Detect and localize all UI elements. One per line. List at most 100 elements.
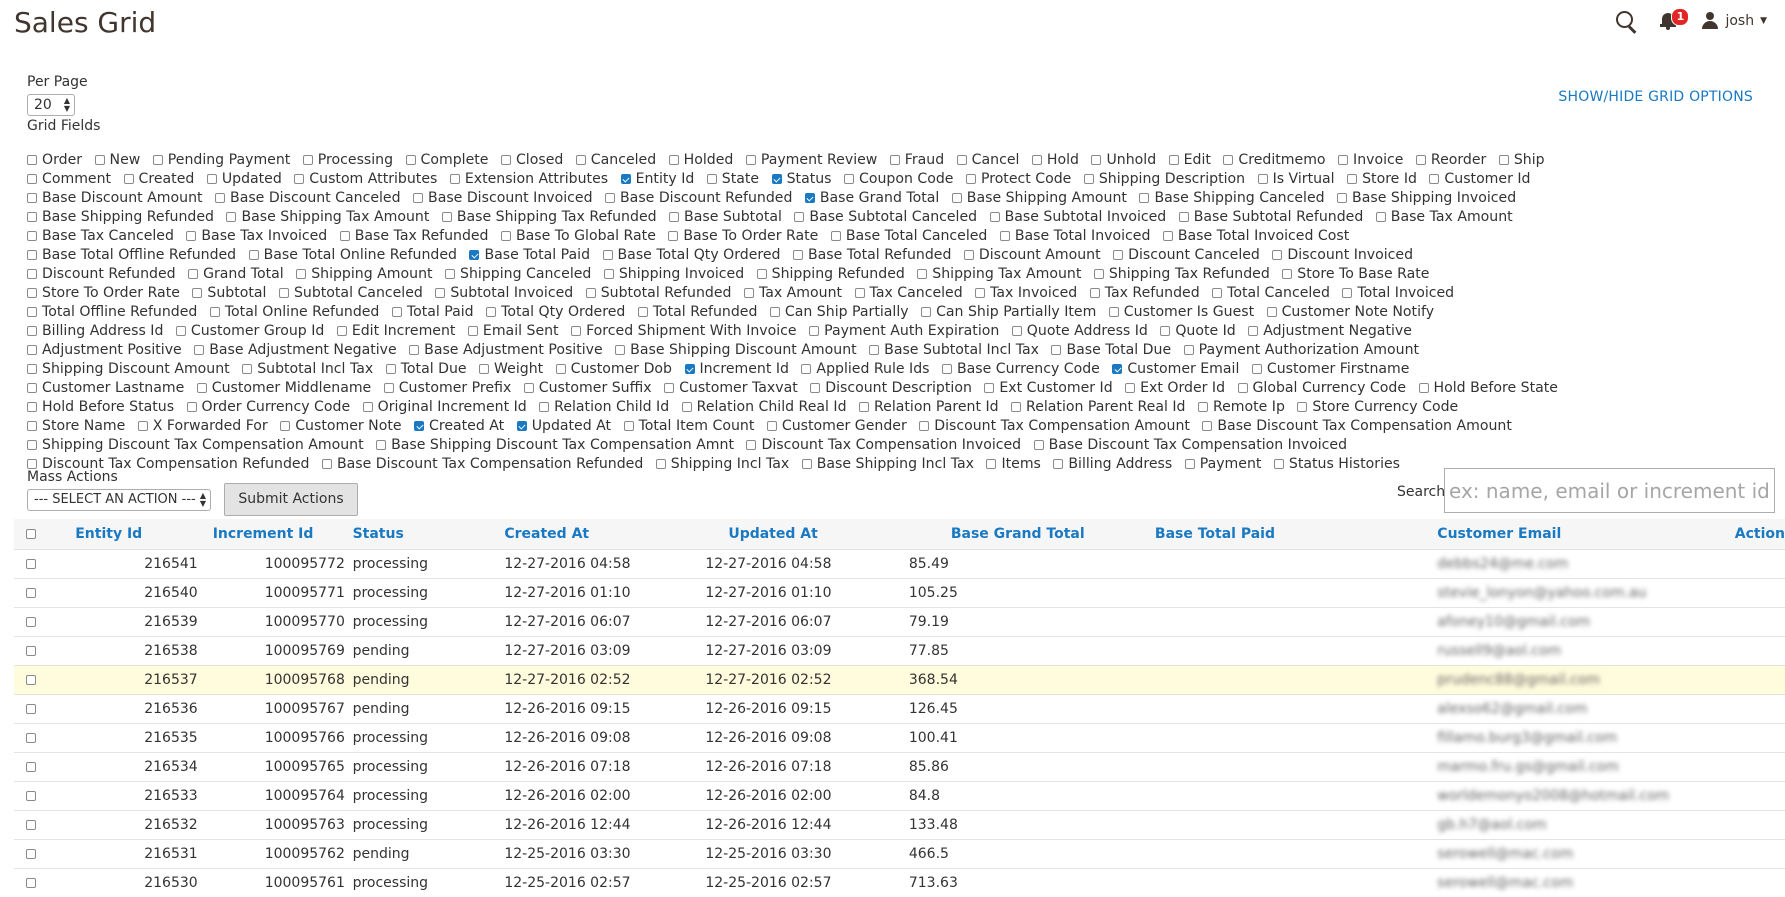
grid-field-option[interactable]: Base Discount Invoiced [413, 189, 593, 208]
grid-field-option[interactable]: Complete [406, 151, 489, 170]
grid-field-option[interactable]: Is Virtual [1258, 170, 1335, 189]
grid-field-option[interactable]: Payment Review [746, 151, 877, 170]
grid-field-checkbox[interactable] [1342, 288, 1352, 298]
grid-field-option[interactable]: Base Subtotal Incl Tax [869, 341, 1039, 360]
grid-field-checkbox[interactable] [279, 288, 289, 298]
grid-field-option[interactable]: Order Currency Code [187, 398, 351, 417]
grid-field-checkbox[interactable] [1011, 402, 1021, 412]
grid-field-checkbox[interactable] [27, 269, 37, 279]
grid-field-option[interactable]: Store To Base Rate [1282, 265, 1429, 284]
grid-field-option[interactable]: Base Subtotal Invoiced [990, 208, 1167, 227]
grid-field-option[interactable]: Ship [1499, 151, 1545, 170]
search-input[interactable] [1444, 468, 1775, 513]
grid-field-option[interactable]: Processing [303, 151, 393, 170]
grid-field-option[interactable]: Base Discount Tax Compensation Invoiced [1034, 436, 1347, 455]
grid-field-option[interactable]: Shipping Invoiced [604, 265, 744, 284]
grid-field-option[interactable]: Created At [414, 417, 504, 436]
grid-field-checkbox[interactable] [188, 269, 198, 279]
grid-field-checkbox[interactable] [603, 250, 613, 260]
grid-field-option[interactable]: Base Shipping Amount [952, 189, 1127, 208]
grid-field-checkbox[interactable] [615, 345, 625, 355]
grid-field-option[interactable]: Relation Parent Id [859, 398, 999, 417]
grid-field-option[interactable]: Status Histories [1274, 455, 1400, 474]
grid-field-checkbox[interactable] [668, 231, 678, 241]
grid-field-checkbox[interactable] [586, 288, 596, 298]
grid-field-option[interactable]: Base Discount Tax Compensation Refunded [322, 455, 643, 474]
grid-field-checkbox[interactable] [966, 174, 976, 184]
grid-field-option[interactable]: Adjustment Positive [27, 341, 182, 360]
row-checkbox[interactable] [26, 646, 36, 656]
grid-field-option[interactable]: Edit [1169, 151, 1211, 170]
grid-field-checkbox[interactable] [986, 459, 996, 469]
grid-field-checkbox[interactable] [1184, 345, 1194, 355]
row-checkbox[interactable] [26, 675, 36, 685]
grid-field-option[interactable]: Base Shipping Incl Tax [802, 455, 974, 474]
grid-field-checkbox[interactable] [1238, 383, 1248, 393]
grid-field-option[interactable]: Shipping Tax Refunded [1094, 265, 1270, 284]
table-row[interactable]: 216539100095770processing12-27-2016 06:0… [14, 608, 1785, 637]
grid-field-checkbox[interactable] [1169, 155, 1179, 165]
grid-field-checkbox[interactable] [1347, 174, 1357, 184]
table-row[interactable]: 216538100095769pending12-27-2016 03:0912… [14, 637, 1785, 666]
grid-field-option[interactable]: Increment Id [685, 360, 789, 379]
grid-field-checkbox[interactable] [340, 231, 350, 241]
grid-field-option[interactable]: Quote Address Id [1012, 322, 1148, 341]
row-checkbox[interactable] [26, 704, 36, 714]
grid-field-checkbox[interactable] [1012, 326, 1022, 336]
grid-field-checkbox[interactable] [414, 421, 424, 431]
grid-field-checkbox[interactable] [621, 174, 631, 184]
grid-field-option[interactable]: Customer Lastname [27, 379, 184, 398]
grid-field-option[interactable]: Customer Email [1112, 360, 1239, 379]
grid-field-option[interactable]: Tax Invoiced [975, 284, 1077, 303]
grid-field-checkbox[interactable] [1223, 155, 1233, 165]
mass-actions-select[interactable]: --- SELECT AN ACTION --- ▲▼ [27, 489, 211, 511]
grid-field-option[interactable]: Shipping Incl Tax [656, 455, 789, 474]
grid-field-option[interactable]: Base Discount Tax Compensation Amount [1202, 417, 1511, 436]
grid-field-option[interactable]: Base Grand Total [805, 189, 939, 208]
grid-field-checkbox[interactable] [707, 174, 717, 184]
grid-field-option[interactable]: Comment [27, 170, 111, 189]
grid-field-checkbox[interactable] [1125, 383, 1135, 393]
grid-field-option[interactable]: Invoice [1338, 151, 1403, 170]
grid-field-checkbox[interactable] [855, 288, 865, 298]
grid-field-option[interactable]: Tax Amount [744, 284, 842, 303]
grid-field-option[interactable]: Base Total Offline Refunded [27, 246, 236, 265]
grid-field-checkbox[interactable] [27, 174, 37, 184]
grid-field-option[interactable]: Base Adjustment Positive [409, 341, 603, 360]
column-header-customer-email[interactable]: Customer Email [1437, 519, 1734, 550]
column-header-increment-id[interactable]: Increment Id [198, 519, 348, 550]
grid-field-checkbox[interactable] [957, 155, 967, 165]
grid-field-checkbox[interactable] [1337, 193, 1347, 203]
grid-field-option[interactable]: Base Tax Amount [1376, 208, 1513, 227]
grid-field-checkbox[interactable] [1202, 421, 1212, 431]
grid-field-checkbox[interactable] [501, 155, 511, 165]
per-page-select[interactable]: 20 ▲▼ [27, 94, 75, 116]
grid-field-option[interactable]: Quote Id [1160, 322, 1235, 341]
grid-field-checkbox[interactable] [685, 364, 695, 374]
grid-field-checkbox[interactable] [746, 155, 756, 165]
table-row[interactable]: 216540100095771processing12-27-2016 01:1… [14, 579, 1785, 608]
grid-field-option[interactable]: Protect Code [966, 170, 1071, 189]
row-checkbox[interactable] [26, 849, 36, 859]
grid-field-checkbox[interactable] [479, 364, 489, 374]
grid-field-option[interactable]: Status [772, 170, 832, 189]
grid-field-checkbox[interactable] [1274, 459, 1284, 469]
grid-field-option[interactable]: Total Invoiced [1342, 284, 1454, 303]
grid-field-checkbox[interactable] [757, 269, 767, 279]
grid-field-option[interactable]: Base To Order Rate [668, 227, 818, 246]
grid-field-option[interactable]: Base Currency Code [942, 360, 1100, 379]
grid-field-checkbox[interactable] [539, 402, 549, 412]
grid-field-option[interactable]: Custom Attributes [294, 170, 437, 189]
grid-field-checkbox[interactable] [975, 288, 985, 298]
grid-field-checkbox[interactable] [1034, 440, 1044, 450]
grid-field-checkbox[interactable] [1091, 155, 1101, 165]
grid-field-checkbox[interactable] [744, 288, 754, 298]
grid-field-checkbox[interactable] [445, 269, 455, 279]
grid-field-option[interactable]: Customer Middlename [197, 379, 371, 398]
grid-field-option[interactable]: Payment Authorization Amount [1184, 341, 1419, 360]
grid-field-option[interactable]: Shipping Refunded [757, 265, 905, 284]
grid-field-checkbox[interactable] [810, 383, 820, 393]
grid-field-option[interactable]: Base Total Refunded [793, 246, 951, 265]
grid-field-checkbox[interactable] [486, 307, 496, 317]
grid-field-checkbox[interactable] [746, 440, 756, 450]
